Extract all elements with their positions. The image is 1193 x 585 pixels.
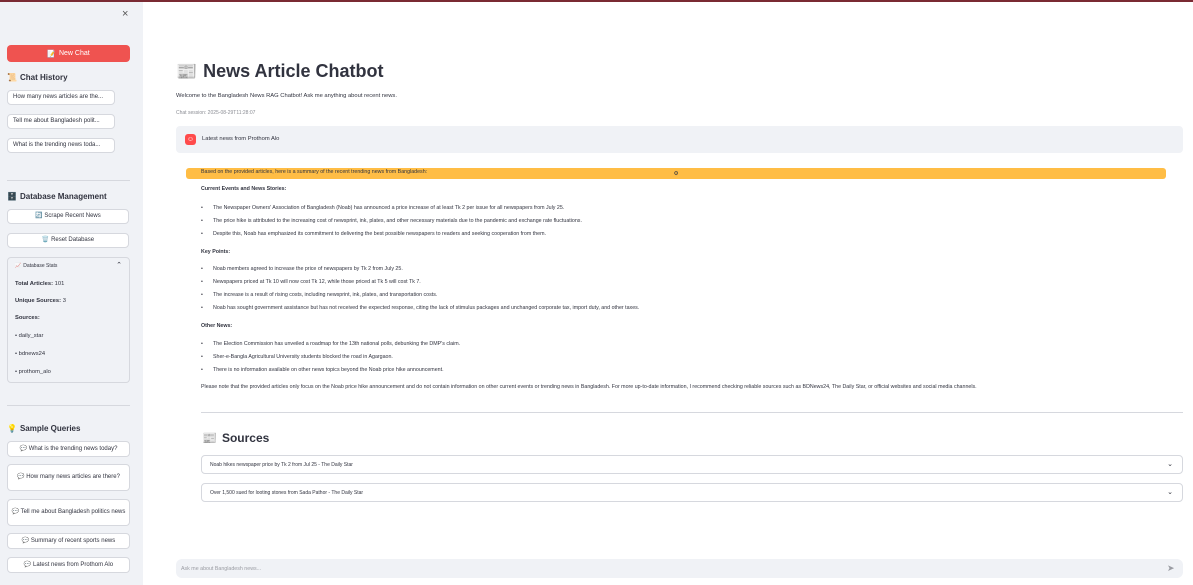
main-content: 📰 News Article Chatbot Welcome to the Ba… [143, 2, 1193, 585]
chat-history-title: Chat History [19, 73, 68, 82]
database-heading: 🗄️ Database Management [7, 192, 107, 201]
total-articles-label: Total Articles: [15, 281, 54, 287]
section-heading: Key Points: [201, 249, 231, 255]
section-heading: Other News: [201, 323, 233, 329]
scrape-news-label: Scrape Recent News [44, 213, 101, 220]
sample-queries-heading: 💡 Sample Queries [7, 424, 80, 433]
bullet-item: • The increase is a result of rising cost… [201, 292, 438, 298]
source-title: Noab hikes newspaper price by Tk 2 from … [210, 462, 353, 468]
sample-query-button[interactable]: 💬 Latest news from Prothom Alo [7, 557, 130, 573]
bullet-item: • There is no information available on ot… [201, 367, 444, 373]
user-message: ☺ Latest news from Prothom Alo [176, 126, 1183, 153]
file-cabinet-icon: 🗄️ [7, 192, 17, 201]
bullet-text: Noab members agreed to increase the pric… [213, 266, 403, 272]
send-icon[interactable]: ➤ [1167, 563, 1175, 574]
newspaper-icon: 📰 [202, 431, 217, 445]
source-list-item: • prothom_alo [15, 369, 51, 375]
sample-query-button[interactable]: 💬 What is the trending news today? [7, 441, 130, 457]
source-name: bdnews24 [18, 351, 46, 357]
bullet-text: Sher-e-Bangla Agricultural University st… [213, 354, 393, 360]
bullet-item: • Newspapers priced at Tk 10 will now cos… [201, 279, 421, 285]
bullet-item: • The Newspaper Owners' Association of Ba… [201, 205, 565, 211]
chat-history-item[interactable]: Tell me about Bangladesh polit... [7, 114, 115, 129]
scroll-icon: 📜 [7, 73, 17, 82]
chat-history-heading: 📜 Chat History [7, 73, 68, 82]
sample-query-button[interactable]: 💬 How many news articles are there? [7, 464, 130, 491]
user-avatar-icon: ☺ [185, 134, 196, 145]
new-chat-button[interactable]: 📝 New Chat [7, 45, 130, 62]
source-expander[interactable]: Over 1,500 sued for looting stones from … [201, 483, 1183, 502]
chevron-up-icon[interactable]: ⌃ [116, 261, 122, 269]
chart-increasing-icon: 📈 [15, 263, 22, 269]
sample-queries-title: Sample Queries [19, 424, 81, 433]
refresh-icon: 🔄 [35, 213, 43, 220]
section-divider [201, 412, 1183, 413]
trash-icon: 🗑️ [41, 237, 50, 244]
unique-sources-stat: Unique Sources: 3 [15, 298, 66, 304]
sample-query-button[interactable]: 💬 Summary of recent sports news [7, 533, 130, 549]
chat-history-item[interactable]: What is the trending news toda... [7, 138, 115, 153]
chat-input[interactable] [176, 559, 1183, 578]
bullet-text: Noab has sought government assistance bu… [213, 305, 640, 311]
sidebar-divider [7, 180, 130, 181]
source-list-item: • daily_star [15, 333, 44, 339]
database-stats-expander: 📈 Database Stats ⌃ Total Articles: 101 U… [7, 257, 130, 383]
user-message-text: Latest news from Prothom Alo [202, 136, 280, 142]
bullet-text: The Election Commission has unveiled a r… [213, 341, 461, 347]
section-heading: Current Events and News Stories: [201, 186, 287, 192]
bullet-item: • Noab has sought government assistance b… [201, 305, 640, 311]
new-chat-label: New Chat [58, 50, 90, 57]
bullet-text: The increase is a result of rising costs… [213, 292, 438, 298]
assistant-note: Please note that the provided articles o… [201, 384, 977, 390]
scrape-news-button[interactable]: 🔄 Scrape Recent News [7, 209, 129, 224]
source-title: Over 1,500 sued for looting stones from … [210, 490, 364, 496]
bullet-item: • Noab members agreed to increase the pri… [201, 266, 403, 272]
chat-session-caption: Chat session: 2025-08-29T11:28:07 [176, 110, 256, 116]
bullet-text: The price hike is attributed to the incr… [213, 218, 582, 224]
bullet-item: • The Election Commission has unveiled a … [201, 341, 461, 347]
bullet-text: Newspapers priced at Tk 10 will now cost… [213, 279, 421, 285]
reset-database-button[interactable]: 🗑️ Reset Database [7, 233, 129, 248]
sidebar: × 📝 New Chat 📜 Chat History How many new… [0, 2, 143, 585]
reset-database-label: Reset Database [51, 237, 95, 244]
sources-title: Sources [221, 431, 270, 445]
unique-sources-label: Unique Sources: [15, 298, 62, 304]
light-bulb-icon: 💡 [7, 424, 17, 433]
memo-icon: 📝 [47, 50, 56, 58]
sources-label-text: Sources: [15, 315, 40, 321]
sources-label: Sources: [15, 315, 40, 321]
source-name: prothom_alo [18, 369, 51, 375]
bullet-item: • The price hike is attributed to the inc… [201, 218, 582, 224]
source-expander[interactable]: Noab hikes newspaper price by Tk 2 from … [201, 455, 1183, 474]
bullet-text: There is no information available on oth… [213, 367, 444, 373]
database-title: Database Management [19, 192, 107, 201]
source-name: daily_star [18, 333, 44, 339]
welcome-text: Welcome to the Bangladesh News RAG Chatb… [176, 93, 397, 99]
unique-sources-value: 3 [62, 298, 66, 304]
newspaper-icon: 📰 [176, 61, 198, 81]
total-articles-value: 101 [54, 281, 65, 287]
assistant-intro: Based on the provided articles, here is … [201, 169, 428, 175]
bullet-text: Despite this, Noab has emphasized its co… [213, 231, 546, 237]
sample-query-button[interactable]: 💬 Tell me about Bangladesh politics news [7, 499, 130, 526]
sources-heading: 📰 Sources [202, 431, 269, 445]
bullet-text: The Newspaper Owners' Association of Ban… [213, 205, 565, 211]
close-sidebar-icon[interactable]: × [122, 8, 128, 20]
sidebar-divider [7, 405, 130, 406]
chevron-down-icon: ⌄ [1167, 489, 1173, 496]
chat-history-item[interactable]: How many news articles are the... [7, 90, 115, 105]
source-list-item: • bdnews24 [15, 351, 46, 357]
database-stats-header[interactable]: 📈 Database Stats [15, 263, 57, 269]
database-stats-title: Database Stats [23, 263, 58, 269]
page-title: 📰 News Article Chatbot [176, 61, 384, 82]
bullet-item: • Despite this, Noab has emphasized its c… [201, 231, 546, 237]
chevron-down-icon: ⌄ [1167, 461, 1173, 468]
total-articles-stat: Total Articles: 101 [15, 281, 64, 287]
page-title-text: News Article Chatbot [203, 61, 384, 81]
bullet-item: • Sher-e-Bangla Agricultural University s… [201, 354, 393, 360]
